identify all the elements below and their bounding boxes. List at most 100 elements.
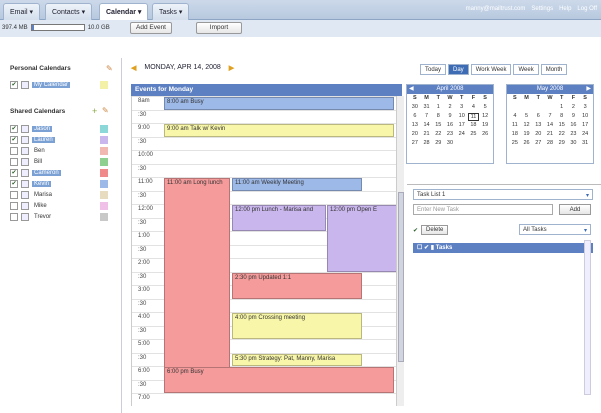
day-cell[interactable]: 13: [532, 122, 544, 130]
day-cell[interactable]: [468, 140, 480, 148]
calendar-name[interactable]: Lauren: [32, 137, 55, 143]
prev-month-icon[interactable]: ◀: [409, 85, 414, 92]
day-cell[interactable]: [521, 104, 533, 112]
check-all-checkbox[interactable]: ✔: [413, 227, 418, 234]
day-cell[interactable]: 4: [468, 104, 480, 112]
tasks-scrollbar[interactable]: [584, 240, 591, 395]
day-cell[interactable]: 11: [509, 122, 521, 130]
add-calendar-icon[interactable]: +: [92, 106, 97, 116]
day-cell[interactable]: 29: [432, 140, 444, 148]
calendar-checkbox[interactable]: [10, 158, 18, 166]
calendar-color-swatch[interactable]: [100, 158, 108, 166]
calendar-event[interactable]: 11:00 am Long lunch: [164, 178, 230, 380]
day-cell[interactable]: [509, 104, 521, 112]
day-cell[interactable]: 14: [421, 122, 433, 130]
day-cell[interactable]: 8: [556, 113, 568, 121]
day-cell[interactable]: 12: [521, 122, 533, 130]
day-cell[interactable]: [479, 140, 491, 148]
day-cell[interactable]: 5: [479, 104, 491, 112]
calendar-name[interactable]: Ben: [32, 148, 47, 154]
new-task-input[interactable]: Enter New Task: [413, 204, 553, 215]
day-cell[interactable]: 30: [409, 104, 421, 112]
view-day-button[interactable]: Day: [448, 64, 469, 75]
day-cell[interactable]: 15: [432, 122, 444, 130]
day-cell[interactable]: 8: [432, 113, 444, 121]
next-month-icon[interactable]: ▶: [586, 85, 591, 92]
calendar-name[interactable]: My Calendar: [32, 82, 71, 88]
time-slot[interactable]: [132, 136, 396, 147]
calendar-checkbox[interactable]: [10, 147, 18, 155]
day-cell[interactable]: 2: [444, 104, 456, 112]
day-cell[interactable]: 2: [568, 104, 580, 112]
calendar-color-swatch[interactable]: [100, 180, 108, 188]
day-cell[interactable]: 29: [556, 140, 568, 148]
scrollbar-thumb[interactable]: [398, 192, 404, 362]
time-slot[interactable]: [132, 150, 396, 160]
day-cell[interactable]: 31: [579, 140, 591, 148]
calendar-color-swatch[interactable]: [100, 136, 108, 144]
calendar-name[interactable]: Mike: [32, 203, 49, 209]
calendar-name[interactable]: Marisa: [32, 192, 54, 198]
day-cell[interactable]: 1: [432, 104, 444, 112]
day-cell[interactable]: 19: [521, 131, 533, 139]
settings-link[interactable]: Settings: [531, 6, 553, 12]
add-event-button[interactable]: Add Event: [130, 22, 172, 34]
calendar-color-swatch[interactable]: [100, 213, 108, 221]
tab-contacts[interactable]: Contacts ▾: [45, 3, 93, 20]
tab-email[interactable]: Email ▾: [3, 3, 40, 20]
calendar-checkbox[interactable]: [10, 191, 18, 199]
calendar-event[interactable]: 5:30 pm Strategy: Pat, Manny, Marisa: [232, 353, 362, 366]
day-cell[interactable]: 23: [568, 131, 580, 139]
view-today-button[interactable]: Today: [420, 64, 447, 75]
day-cell[interactable]: 31: [421, 104, 433, 112]
import-button[interactable]: Import: [196, 22, 242, 34]
day-cell[interactable]: 25: [509, 140, 521, 148]
day-cell[interactable]: [456, 140, 468, 148]
day-cell[interactable]: [544, 104, 556, 112]
day-cell[interactable]: 26: [479, 131, 491, 139]
calendar-checkbox[interactable]: ✔: [10, 169, 18, 177]
day-cell[interactable]: 27: [532, 140, 544, 148]
day-cell[interactable]: 10: [456, 113, 468, 121]
calendar-checkbox[interactable]: [10, 202, 18, 210]
day-cell[interactable]: 12: [479, 113, 491, 121]
day-cell[interactable]: 27: [409, 140, 421, 148]
day-cell[interactable]: 20: [409, 131, 421, 139]
day-cell[interactable]: 23: [444, 131, 456, 139]
calendar-checkbox[interactable]: ✔: [10, 125, 18, 133]
delete-task-button[interactable]: Delete: [421, 225, 449, 235]
help-link[interactable]: Help: [559, 6, 571, 12]
calendar-name[interactable]: Bill: [32, 159, 44, 165]
calendar-event[interactable]: 2:30 pm Updated 1:1: [232, 272, 362, 299]
day-scrollbar[interactable]: [396, 96, 404, 406]
time-slot[interactable]: [132, 393, 396, 403]
calendar-color-swatch[interactable]: [100, 191, 108, 199]
calendar-name[interactable]: Trevor: [32, 214, 53, 220]
calendar-checkbox[interactable]: ✔: [10, 180, 18, 188]
day-cell[interactable]: 19: [479, 122, 491, 130]
day-cell[interactable]: 7: [421, 113, 433, 121]
tab-tasks[interactable]: Tasks ▾: [152, 3, 190, 20]
day-cell[interactable]: 24: [456, 131, 468, 139]
time-slot[interactable]: [132, 163, 396, 174]
day-cell[interactable]: 17: [456, 122, 468, 130]
calendar-name[interactable]: Kevin: [32, 181, 52, 187]
calendar-event[interactable]: 6:00 pm Busy: [164, 367, 394, 393]
calendar-checkbox[interactable]: ✔: [10, 136, 18, 144]
day-cell[interactable]: 26: [521, 140, 533, 148]
calendar-name[interactable]: Cameron: [32, 170, 61, 176]
day-cell[interactable]: 18: [468, 122, 480, 130]
logoff-link[interactable]: Log Off: [577, 6, 597, 12]
day-cell[interactable]: 1: [556, 104, 568, 112]
select-all-checkbox[interactable]: ☐ ✔ ▮: [417, 245, 434, 251]
day-cell[interactable]: 21: [421, 131, 433, 139]
day-cell[interactable]: 22: [432, 131, 444, 139]
day-cell[interactable]: 14: [544, 122, 556, 130]
task-filter-select[interactable]: All Tasks ▾: [519, 224, 591, 235]
next-day-arrow-icon[interactable]: ▶: [229, 64, 234, 72]
tab-calendar[interactable]: Calendar ▾: [99, 3, 149, 20]
pencil-icon[interactable]: ✎: [106, 64, 113, 73]
calendar-event[interactable]: 8:00 am Busy: [164, 97, 394, 110]
day-cell[interactable]: 13: [409, 122, 421, 130]
day-cell[interactable]: 28: [544, 140, 556, 148]
